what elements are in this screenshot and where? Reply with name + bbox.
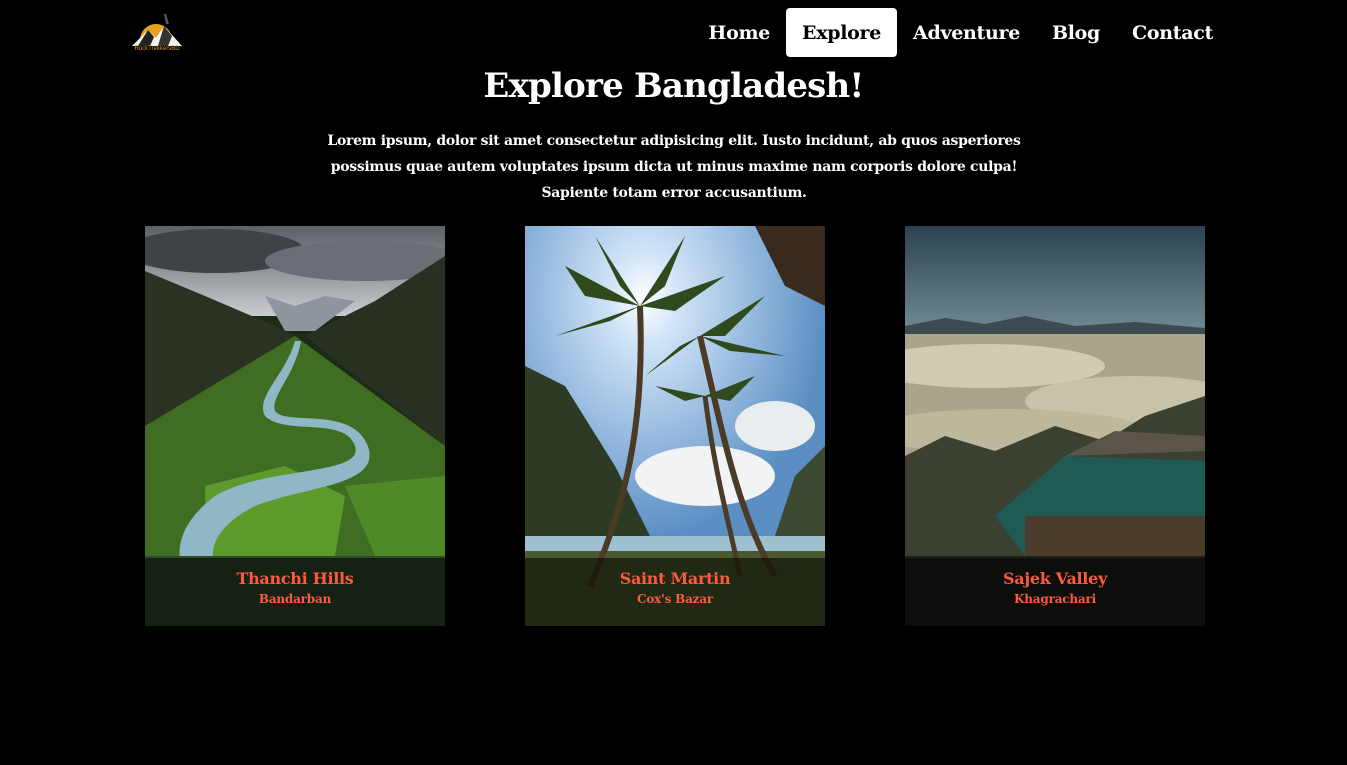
card-title: Sajek Valley [1003, 569, 1107, 588]
brand-logo[interactable]: RockTrekkersBD [128, 10, 186, 56]
card-title: Saint Martin [619, 569, 731, 588]
nav-contact[interactable]: Contact [1116, 8, 1229, 57]
card-location: Bandarban [258, 592, 332, 606]
card-caption: Saint Martin Cox's Bazar [525, 558, 825, 626]
page-title: Explore Bangladesh! [483, 66, 864, 106]
card-location: Cox's Bazar [637, 592, 713, 606]
destination-card-saint-martin[interactable]: Saint Martin Cox's Bazar [525, 226, 825, 626]
card-caption: Sajek Valley Khagrachari [905, 558, 1205, 626]
main-nav: Home Explore Adventure Blog Contact [692, 8, 1229, 57]
logo-text: RockTrekkersBD [134, 46, 180, 52]
nav-home[interactable]: Home [692, 8, 786, 57]
card-title: Thanchi Hills [236, 569, 354, 588]
card-caption: Thanchi Hills Bandarban [145, 558, 445, 626]
nav-explore[interactable]: Explore [786, 8, 898, 57]
intro-text: Lorem ipsum, dolor sit amet consectetur … [327, 133, 1021, 201]
logo-mountain-icon [132, 14, 182, 46]
destination-card-sajek-valley[interactable]: Sajek Valley Khagrachari [905, 226, 1205, 626]
destination-card-thanchi-hills[interactable]: Thanchi Hills Bandarban [145, 226, 445, 626]
nav-blog[interactable]: Blog [1036, 8, 1116, 57]
card-location: Khagrachari [1014, 592, 1096, 606]
nav-adventure[interactable]: Adventure [897, 8, 1036, 57]
